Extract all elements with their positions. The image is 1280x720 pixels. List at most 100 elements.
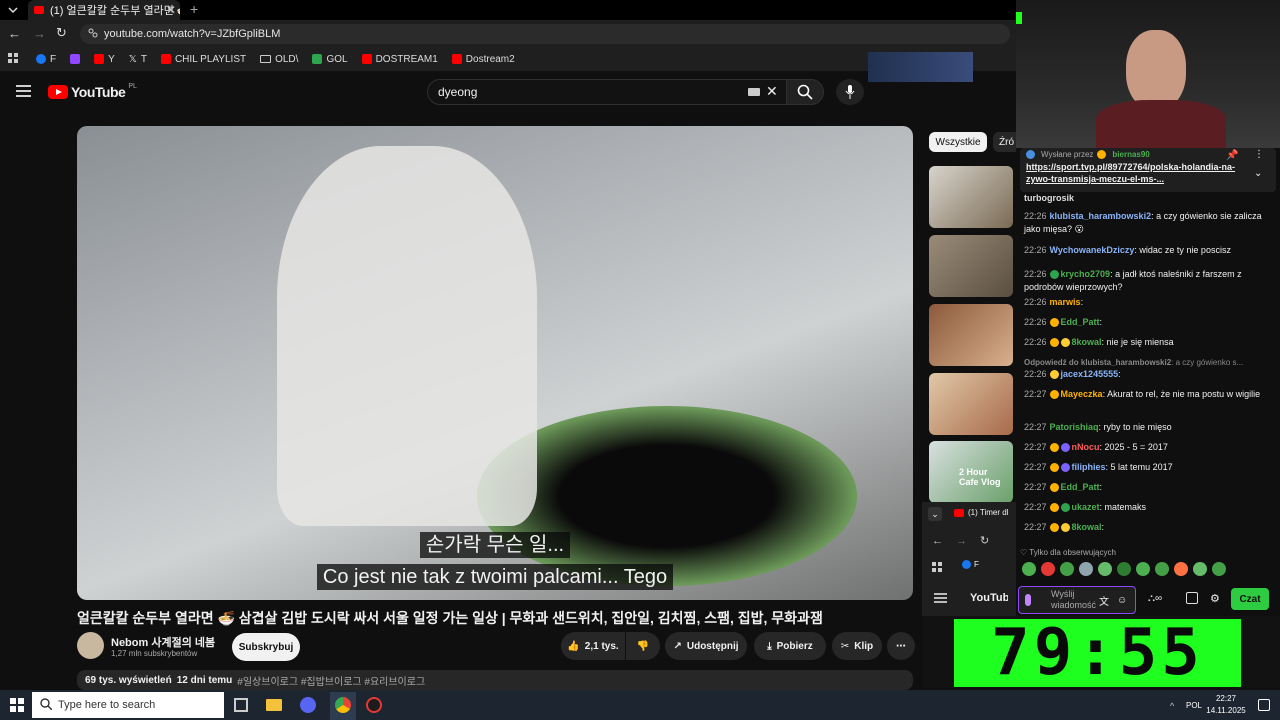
emote-icon[interactable] — [1212, 562, 1226, 576]
windows-start-icon[interactable] — [10, 698, 24, 712]
mini-apps-icon[interactable] — [932, 562, 942, 572]
bookmark-1[interactable] — [70, 54, 81, 64]
youtube-logo[interactable]: YouTube PL — [48, 83, 137, 100]
share-button[interactable]: ↗ Udostępnij — [665, 632, 747, 660]
chat-message[interactable]: 22:27 Mayeczka: Akurat to rel, że nie ma … — [1024, 388, 1268, 401]
emote-icon[interactable] — [1022, 562, 1036, 576]
recommended-thumbnail[interactable] — [929, 235, 1013, 297]
search-button[interactable] — [786, 79, 824, 105]
site-info-icon[interactable] — [88, 28, 98, 38]
chat-username[interactable]: Patorishiaq — [1050, 422, 1099, 432]
chat-message[interactable]: 22:26 marwis: — [1024, 296, 1268, 309]
video-player[interactable]: 손가락 무슨 일... Co jest nie tak z twoimi pal… — [77, 126, 913, 600]
taskbar-clock[interactable]: 22:27 14.11.2025 — [1206, 693, 1246, 717]
chat-username[interactable]: nNocu — [1072, 442, 1100, 452]
tab-active[interactable]: (1) 얼큰칼칼 순두부 열라면 🍜 — [28, 0, 180, 20]
mini-bookmark-f[interactable]: F — [962, 560, 979, 569]
mini-tab[interactable]: (1) Timer dl — [954, 508, 1008, 517]
apps-grid-icon[interactable] — [8, 53, 20, 65]
notification-icon[interactable] — [1258, 699, 1270, 711]
chat-username[interactable]: klubista_harambowski2 — [1050, 211, 1152, 221]
new-tab-icon[interactable]: + — [190, 1, 198, 17]
mini-reload-icon[interactable]: ↻ — [980, 534, 989, 547]
chat-message[interactable]: 22:26 krycho2709: a jadł ktoś naleśniki z… — [1024, 268, 1268, 294]
channel-avatar[interactable] — [77, 632, 104, 659]
like-button[interactable]: 👍 2,1 tys. — [561, 632, 625, 660]
chat-message[interactable]: 22:27 8kowal: — [1024, 521, 1268, 534]
bookmark-0[interactable]: F — [36, 54, 56, 65]
chat-message[interactable]: 22:26 klubista_harambowski2: a czy gówien… — [1024, 210, 1268, 236]
chat-username[interactable]: Odpowiedź do klubista_harambowski2 — [1024, 358, 1171, 367]
emote-icon[interactable] — [1079, 562, 1093, 576]
chat-username[interactable]: Edd_Patt — [1061, 482, 1100, 492]
chat-message[interactable]: 22:26 jacex1245555: — [1024, 368, 1268, 381]
recommended-thumbnail[interactable] — [929, 373, 1013, 435]
chat-message[interactable]: 22:26 8kowal: nie je się miensa — [1024, 336, 1268, 349]
mini-youtube-logo[interactable]: YouTube — [968, 592, 1008, 604]
chat-username[interactable]: Edd_Patt — [1061, 317, 1100, 327]
search-input[interactable]: dyeong — [427, 79, 787, 105]
taskbar-search-input[interactable]: Type here to search — [32, 692, 224, 718]
bookmark-4[interactable]: CHIL PLAYLIST — [160, 54, 246, 65]
chat-input[interactable]: Wyślij wiadomość 文 ☺ — [1018, 586, 1136, 614]
keyboard-icon[interactable] — [748, 88, 760, 96]
mini-forward-icon[interactable]: → — [956, 535, 967, 547]
back-icon[interactable]: ← — [8, 26, 21, 41]
chat-message[interactable]: 22:27 Patorishiaq: ryby to nie mięso — [1024, 421, 1268, 434]
chat-message[interactable]: 22:27 nNocu: 2025 - 5 = 2017 — [1024, 441, 1268, 454]
chip-all[interactable]: Wszystkie — [929, 132, 987, 152]
chat-send-button[interactable]: Czat — [1231, 588, 1269, 610]
emote-icon[interactable] — [1193, 562, 1207, 576]
emote-icon[interactable] — [1174, 562, 1188, 576]
settings-icon[interactable]: ⚙ — [1210, 592, 1220, 605]
chat-username[interactable]: WychowanekDziczy — [1050, 245, 1135, 255]
chat-message[interactable]: 22:27 filiphies: 5 lat temu 2017 — [1024, 461, 1268, 474]
chat-username[interactable]: filiphies — [1072, 462, 1106, 472]
menu-icon[interactable] — [16, 84, 32, 98]
bookmark-7[interactable]: DOSTREAM1 — [361, 54, 438, 65]
emote-icon[interactable] — [1060, 562, 1074, 576]
emote-icon[interactable] — [1098, 562, 1112, 576]
bits-icon[interactable] — [1025, 594, 1031, 606]
translate-icon[interactable]: 文 — [1099, 593, 1109, 608]
gift-icon[interactable] — [1186, 592, 1198, 604]
chat-username[interactable]: 8kowal — [1072, 522, 1102, 532]
chat-message[interactable]: 22:26 Edd_Patt: — [1024, 316, 1268, 329]
task-view-icon[interactable] — [234, 698, 248, 712]
input-language[interactable]: POL — [1186, 701, 1202, 710]
chat-username[interactable]: jacex1245555 — [1061, 369, 1119, 379]
bookmark-2[interactable]: Y — [94, 54, 115, 65]
clear-search-icon[interactable]: ✕ — [766, 83, 778, 100]
emote-icon[interactable] — [1136, 562, 1150, 576]
pinned-message[interactable]: Wysłane przez biernas90 https://sport.tv… — [1020, 148, 1276, 192]
channel-name[interactable]: Nebom 사계절의 네봄 — [111, 634, 215, 650]
chat-username[interactable]: marwis — [1050, 297, 1081, 307]
mini-menu-icon[interactable] — [934, 592, 948, 604]
tab-search-icon[interactable] — [6, 4, 20, 16]
pinned-expand-icon[interactable]: ⌄ — [1254, 168, 1262, 179]
bookmark-8[interactable]: Dostream2 — [451, 54, 515, 65]
chat-message[interactable]: 22:27 ukazet: matemaks — [1024, 501, 1268, 514]
emote-icon[interactable] — [1041, 562, 1055, 576]
pinned-more-icon[interactable]: ⋮ — [1254, 149, 1264, 160]
url-field[interactable]: youtube.com/watch?v=JZbfGpliBLM — [80, 24, 1010, 44]
emote-icon[interactable] — [1155, 562, 1169, 576]
discord-icon[interactable] — [300, 697, 316, 713]
tray-chevron-icon[interactable]: ^ — [1170, 701, 1174, 711]
bookmark-3[interactable]: 𝕏T — [129, 54, 147, 65]
tab-close-icon[interactable]: ✕ — [166, 3, 176, 17]
forward-icon[interactable]: → — [33, 26, 46, 41]
voice-search-button[interactable] — [836, 79, 864, 105]
subscribe-button[interactable]: Subskrybuj — [232, 633, 300, 661]
mini-tab-search-icon[interactable]: ⌄ — [928, 507, 942, 521]
description-box[interactable]: 69 tys. wyświetleń 12 dni temu #일상브이로그 #… — [77, 670, 913, 690]
more-actions-button[interactable]: ⋯ — [887, 632, 915, 660]
emote-icon[interactable] — [1117, 562, 1131, 576]
chat-username[interactable]: Mayeczka — [1061, 389, 1103, 399]
emote-picker-icon[interactable]: ☺ — [1117, 595, 1127, 606]
pinned-link[interactable]: https://sport.tvp.pl/89772764/polska-hol… — [1026, 161, 1246, 185]
reload-icon[interactable]: ↻ — [56, 25, 67, 41]
channel-points-icon[interactable]: ⛬∞ — [1148, 593, 1162, 604]
chat-username[interactable]: 8kowal — [1072, 337, 1102, 347]
chat-username[interactable]: turbogrosik — [1024, 193, 1074, 203]
